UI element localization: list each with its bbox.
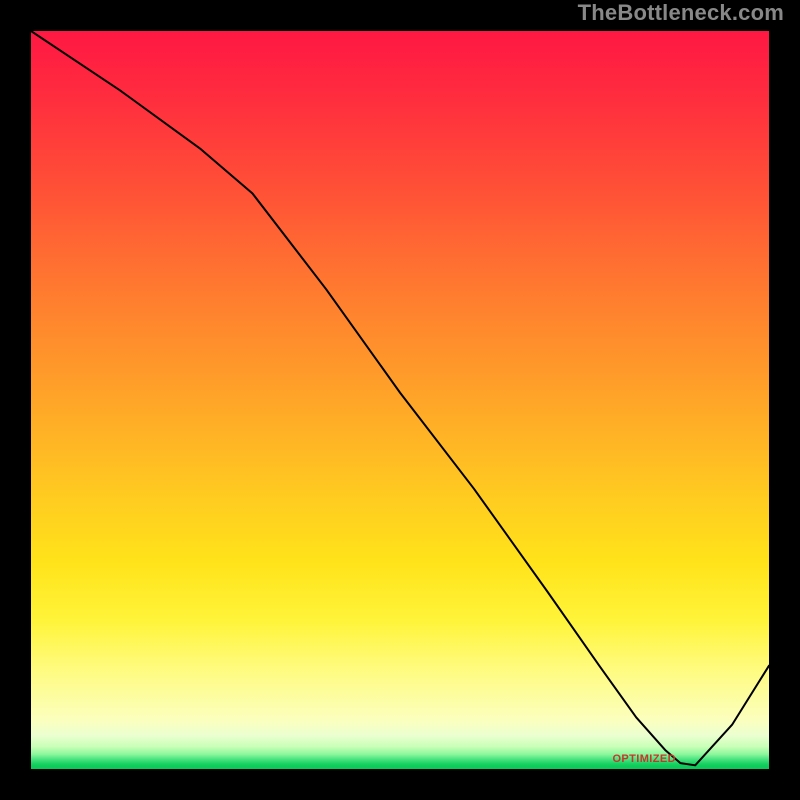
watermark-text: TheBottleneck.com [578, 0, 784, 26]
optimum-annotation: OPTIMIZED [612, 753, 676, 765]
plot-area: OPTIMIZED [31, 31, 769, 769]
chart-container: TheBottleneck.com OPTIMIZED [0, 0, 800, 800]
bottleneck-curve [31, 31, 769, 769]
